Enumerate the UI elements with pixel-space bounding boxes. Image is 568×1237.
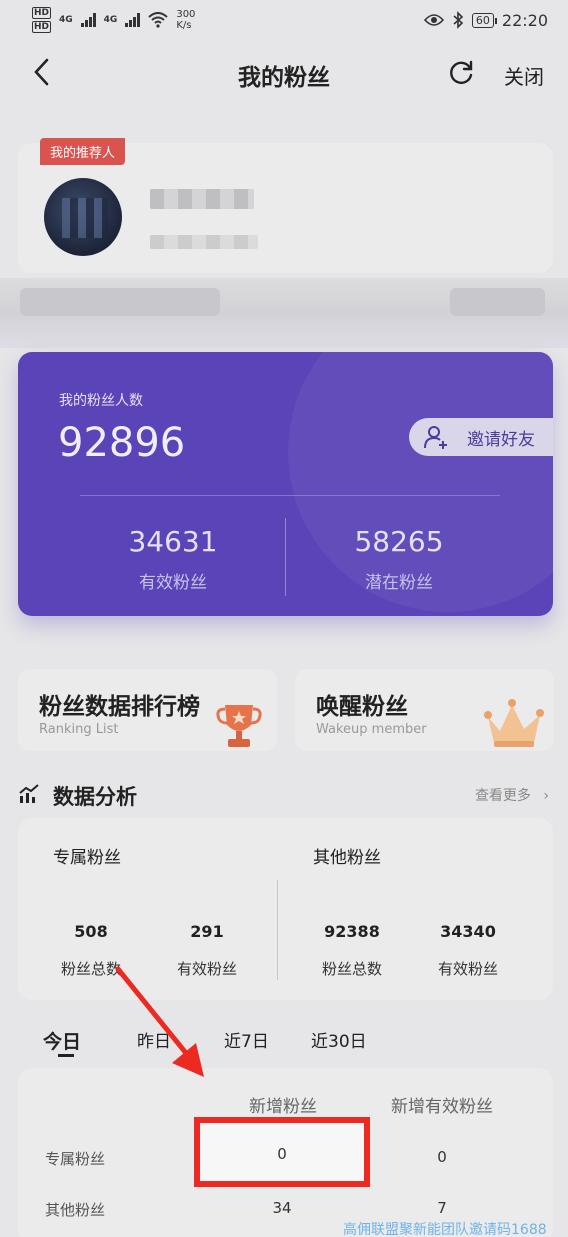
signal-icon	[125, 13, 141, 27]
exclusive-new-value: 0	[277, 1145, 287, 1163]
potential-fans-value: 58265	[354, 525, 444, 558]
divider	[277, 880, 278, 980]
referrer-phone-redacted	[150, 235, 258, 249]
wifi-icon	[148, 12, 168, 28]
network-speed: 300 K/s	[176, 9, 196, 31]
row-label-other: 其他粉丝	[45, 1201, 106, 1219]
wakeup-member-subtitle: Wakeup member	[316, 722, 427, 737]
bluetooth-icon	[453, 11, 464, 29]
referrer-name-redacted	[150, 189, 254, 209]
tab-active-indicator	[58, 1054, 74, 1057]
effective-fans-value: 34631	[128, 525, 218, 558]
annotation-arrow	[115, 966, 204, 1077]
potential-fans-stat: 58265 潜在粉丝	[299, 525, 499, 593]
effective-fans-label: 有效粉丝	[139, 573, 207, 593]
other-new-effective-value: 7	[437, 1199, 447, 1217]
chart-icon	[19, 784, 39, 803]
signal-icon	[80, 13, 96, 27]
ranking-list-title: 粉丝数据排行榜	[39, 694, 200, 720]
tab-today[interactable]: 今日	[43, 1027, 81, 1054]
battery-indicator: 60	[471, 12, 497, 28]
data-analysis-title: 数据分析	[53, 785, 137, 809]
fans-total-value: 92896	[58, 420, 186, 466]
other-new-value: 34	[272, 1199, 292, 1217]
trophy-icon	[216, 705, 262, 747]
divider	[285, 518, 286, 596]
tab-30-days[interactable]: 近30日	[311, 1027, 367, 1052]
fans-total-label: 我的粉丝人数	[59, 393, 143, 409]
eye-icon	[423, 14, 444, 26]
potential-fans-label: 潜在粉丝	[365, 573, 433, 593]
page-title: 我的粉丝	[238, 65, 330, 91]
nav-bar: 我的粉丝 关闭	[0, 45, 568, 103]
other-total-value: 92388	[324, 922, 380, 941]
exclusive-fans-header: 专属粉丝	[53, 848, 121, 868]
divider	[80, 495, 500, 496]
effective-fans-stat: 34631 有效粉丝	[73, 525, 273, 593]
status-bar: HD HD 4G 4G 300 K/s 60 22:20	[0, 0, 568, 40]
see-more-link[interactable]: 查看更多 ›	[475, 785, 549, 805]
fans-summary-card: 我的粉丝人数 92896 邀请好友 34631 有效粉丝 58265 潜在粉丝	[18, 352, 553, 616]
other-total-stat: 92388 粉丝总数	[297, 922, 407, 979]
other-effective-stat: 34340 有效粉丝	[413, 922, 523, 979]
wakeup-member-title: 唤醒粉丝	[316, 694, 408, 720]
exclusive-total-value: 508	[74, 922, 108, 941]
highlight-box: 0	[194, 1117, 370, 1187]
other-effective-value: 34340	[440, 922, 496, 941]
crown-icon	[484, 699, 544, 747]
network-type: 4G	[59, 15, 73, 25]
referrer-avatar	[44, 178, 122, 256]
clock: 22:20	[501, 10, 548, 30]
other-fans-header: 其他粉丝	[313, 848, 381, 868]
refresh-icon[interactable]	[446, 58, 476, 88]
other-total-label: 粉丝总数	[321, 960, 382, 978]
row-label-exclusive: 专属粉丝	[45, 1150, 106, 1168]
add-user-icon	[424, 426, 447, 449]
network-type: 4G	[103, 15, 118, 25]
column-header-new-effective-fans: 新增有效粉丝	[391, 1097, 493, 1117]
period-tabs: 今日 昨日 近7日 近30日	[0, 1025, 568, 1065]
referrer-card: 我的推荐人	[18, 138, 553, 273]
data-analysis-header: 数据分析 查看更多 ›	[18, 780, 553, 810]
chevron-right-icon: ›	[543, 788, 549, 804]
exclusive-new-effective-value: 0	[437, 1148, 447, 1166]
hd-badge: HD	[32, 21, 52, 33]
wakeup-member-card[interactable]: 唤醒粉丝 Wakeup member	[295, 669, 554, 751]
invite-friends-button[interactable]: 邀请好友	[409, 418, 553, 456]
referrer-tag: 我的推荐人	[40, 138, 126, 165]
close-button[interactable]: 关闭	[504, 61, 544, 90]
column-header-new-fans: 新增粉丝	[249, 1097, 317, 1117]
other-effective-label: 有效粉丝	[437, 960, 498, 978]
watermark: 高佣联盟聚新能团队邀请码1688	[343, 1222, 547, 1237]
hd-badge: HD	[32, 7, 52, 19]
invite-friends-label: 邀请好友	[467, 429, 535, 450]
exclusive-effective-value: 291	[190, 922, 224, 941]
redacted-row	[0, 278, 568, 348]
ranking-list-subtitle: Ranking List	[39, 722, 119, 737]
fans-breakdown-card: 专属粉丝 其他粉丝 508 粉丝总数 291 有效粉丝 92388 粉丝总数 3…	[18, 818, 553, 1000]
ranking-list-card[interactable]: 粉丝数据排行榜 Ranking List	[18, 669, 277, 751]
see-more-label: 查看更多	[474, 788, 531, 804]
tab-7-days[interactable]: 近7日	[224, 1027, 269, 1052]
